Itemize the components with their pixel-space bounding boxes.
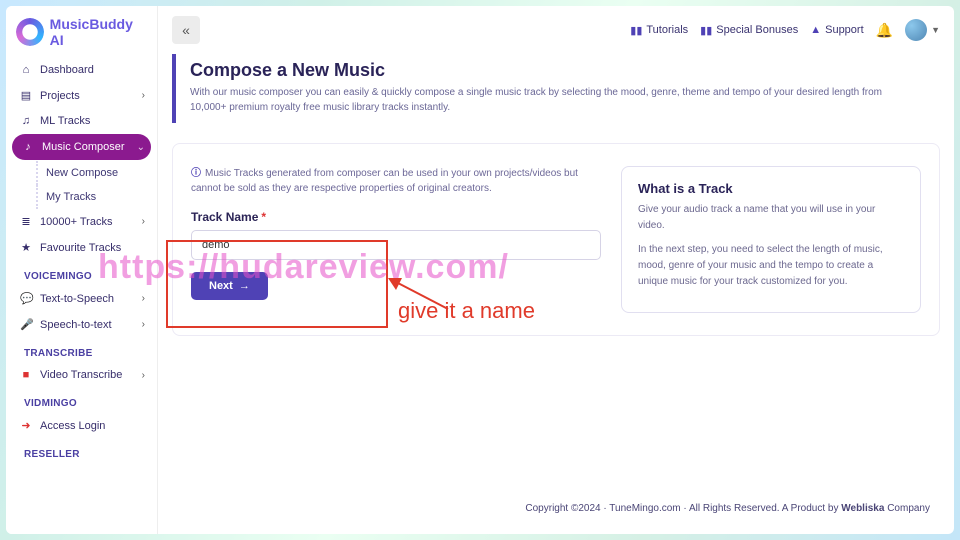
sidebar-nav: ⌂ Dashboard ▤ Projects › ♫ ML Tracks ♪ M… <box>6 58 157 464</box>
note-icon: ♪ <box>22 141 34 153</box>
chevron-right-icon: › <box>142 216 145 227</box>
sidebar-item-video-transcribe[interactable]: ■ Video Transcribe › <box>12 363 151 387</box>
topnav-bonuses[interactable]: ▮▮ Special Bonuses <box>700 24 798 37</box>
sidebar-item-ml-tracks[interactable]: ♫ ML Tracks <box>12 109 151 133</box>
projects-icon: ▤ <box>20 89 32 102</box>
sidebar-item-access-login[interactable]: ➜ Access Login <box>12 413 151 438</box>
section-head-voicemingo: VOICEMINGO <box>12 261 151 286</box>
user-menu[interactable]: ▼ <box>905 19 940 41</box>
content: Compose a New Music With our music compo… <box>158 54 954 534</box>
required-asterisk: * <box>261 210 266 224</box>
composer-card: ⓘMusic Tracks generated from composer ca… <box>172 143 940 336</box>
sidebar-item-music-composer[interactable]: ♪ Music Composer ⌄ <box>12 134 151 160</box>
info-icon: ⓘ <box>191 168 201 179</box>
page-footer: Copyright ©2024 · TuneMingo.com · All Ri… <box>172 487 940 522</box>
field-label-text: Track Name <box>191 210 258 224</box>
composer-info: ⓘMusic Tracks generated from composer ca… <box>191 166 601 196</box>
composer-submenu: New Compose My Tracks <box>12 161 151 209</box>
topnav-tutorials[interactable]: ▮▮ Tutorials <box>630 24 688 37</box>
logo-mark-icon <box>16 18 44 46</box>
footer-brand: Webliska <box>841 503 884 514</box>
sidebar: MusicBuddy AI ⌂ Dashboard ▤ Projects › ♫… <box>6 6 158 534</box>
topnav-label: Support <box>825 24 864 36</box>
track-name-input[interactable] <box>191 230 601 260</box>
sidebar-item-label: Text-to-Speech <box>40 293 114 305</box>
sidebar-item-label: Dashboard <box>40 64 94 76</box>
info-card: What is a Track Give your audio track a … <box>621 166 921 313</box>
gift-icon: ▮▮ <box>700 24 712 37</box>
track-name-label: Track Name* <box>191 210 601 224</box>
brand-logo[interactable]: MusicBuddy AI <box>6 6 157 58</box>
sidebar-item-label: Favourite Tracks <box>40 242 121 254</box>
mic-icon: 🎤 <box>20 318 32 331</box>
app-window: MusicBuddy AI ⌂ Dashboard ▤ Projects › ♫… <box>6 6 954 534</box>
sidebar-item-label: Music Composer <box>42 141 125 153</box>
footer-text-a: Copyright ©2024 · TuneMingo.com · All Ri… <box>525 503 841 514</box>
caret-down-icon: ▼ <box>931 25 940 35</box>
topnav-label: Tutorials <box>646 24 688 36</box>
sidebar-item-projects[interactable]: ▤ Projects › <box>12 83 151 108</box>
list-icon: ≣ <box>20 215 32 228</box>
info-card-p2: In the next step, you need to select the… <box>638 242 904 290</box>
section-head-vidmingo: VIDMINGO <box>12 388 151 413</box>
brand-name: MusicBuddy AI <box>50 16 149 48</box>
footer-text-b: Company <box>884 503 930 514</box>
brand-name-b: AI <box>50 32 64 48</box>
page-title: Compose a New Music <box>190 60 930 81</box>
sidebar-item-label: Projects <box>40 90 80 102</box>
page-hero: Compose a New Music With our music compo… <box>172 54 940 123</box>
chevron-right-icon: › <box>142 90 145 101</box>
page-subtitle: With our music composer you can easily &… <box>190 85 910 115</box>
collapse-sidebar-button[interactable]: « <box>172 16 200 44</box>
sidebar-item-label: Video Transcribe <box>40 369 122 381</box>
composer-form: ⓘMusic Tracks generated from composer ca… <box>191 166 601 300</box>
section-head-reseller: RESELLER <box>12 439 151 464</box>
topnav-label: Special Bonuses <box>716 24 798 36</box>
video-icon: ■ <box>20 369 32 381</box>
bell-icon[interactable]: 🔔 <box>876 22 893 39</box>
sidebar-sub-new-compose[interactable]: New Compose <box>36 161 151 185</box>
composer-info-text: Music Tracks generated from composer can… <box>191 168 578 194</box>
section-head-transcribe: TRANSCRIBE <box>12 338 151 363</box>
home-icon: ⌂ <box>20 64 32 76</box>
next-button-label: Next <box>209 280 233 292</box>
sidebar-item-stt[interactable]: 🎤 Speech-to-text › <box>12 312 151 337</box>
chevron-right-icon: › <box>142 293 145 304</box>
chevron-down-icon: ⌄ <box>137 142 145 153</box>
sidebar-item-label: Speech-to-text <box>40 319 112 331</box>
sidebar-item-label: ML Tracks <box>40 115 90 127</box>
support-icon: ▲ <box>810 24 821 36</box>
chevron-right-icon: › <box>142 319 145 330</box>
next-button[interactable]: Next → <box>191 272 268 300</box>
sidebar-item-library[interactable]: ≣ 10000+ Tracks › <box>12 209 151 234</box>
info-card-title: What is a Track <box>638 181 904 196</box>
sidebar-item-label: 10000+ Tracks <box>40 216 112 228</box>
music-icon: ♫ <box>20 115 32 127</box>
brand-name-a: MusicBuddy <box>50 16 133 32</box>
chevron-right-icon: › <box>142 370 145 381</box>
topbar: « ▮▮ Tutorials ▮▮ Special Bonuses ▲ Supp… <box>158 6 954 54</box>
topnav-support[interactable]: ▲ Support <box>810 24 863 36</box>
chat-icon: 💬 <box>20 292 32 305</box>
sidebar-sub-my-tracks[interactable]: My Tracks <box>36 185 151 209</box>
sidebar-item-tts[interactable]: 💬 Text-to-Speech › <box>12 286 151 311</box>
star-icon: ★ <box>20 241 32 254</box>
main-pane: « ▮▮ Tutorials ▮▮ Special Bonuses ▲ Supp… <box>158 6 954 534</box>
book-icon: ▮▮ <box>630 24 642 37</box>
avatar <box>905 19 927 41</box>
sidebar-item-label: Access Login <box>40 420 105 432</box>
sidebar-item-favourites[interactable]: ★ Favourite Tracks <box>12 235 151 260</box>
chevron-double-left-icon: « <box>182 22 190 38</box>
login-icon: ➜ <box>20 419 32 432</box>
info-card-p1: Give your audio track a name that you wi… <box>638 202 904 234</box>
sidebar-item-dashboard[interactable]: ⌂ Dashboard <box>12 58 151 82</box>
arrow-right-icon: → <box>239 280 250 292</box>
